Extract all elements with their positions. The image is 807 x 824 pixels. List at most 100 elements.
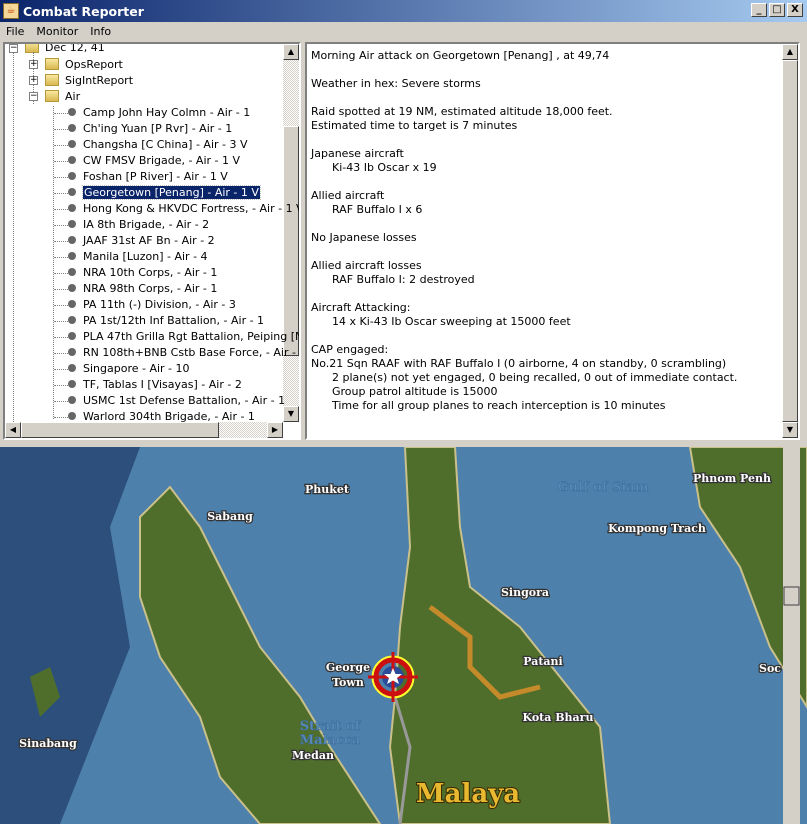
tree-folder-opsreport[interactable]: OpsReport: [45, 57, 123, 73]
scroll-left-button[interactable]: ◀: [5, 422, 21, 438]
report-line: Allied aircraft: [311, 189, 385, 202]
leaf-icon: [68, 156, 76, 164]
tree-item[interactable]: CW FMSV Brigade, - Air - 1 V: [68, 153, 240, 169]
leaf-icon: [68, 252, 76, 260]
tree-item[interactable]: Camp John Hay Colmn - Air - 1: [68, 105, 250, 121]
report-line: 14 x Ki-43 Ib Oscar sweeping at 15000 fe…: [311, 315, 571, 328]
scroll-up-button[interactable]: ▲: [283, 44, 299, 60]
map-sea-label: Gulf of Siam: [558, 480, 649, 495]
title-bar: ☕ Combat Reporter _ □ X: [0, 0, 807, 22]
report-text-panel[interactable]: ▲ ▼ Morning Air attack on Georgetown [Pe…: [305, 42, 800, 440]
leaf-icon: [68, 364, 76, 372]
report-line: 2 plane(s) not yet engaged, 0 being reca…: [311, 371, 738, 384]
tree-vertical-scrollbar[interactable]: ▲ ▼: [283, 44, 299, 422]
report-line: Raid spotted at 19 NM, estimated altitud…: [311, 105, 613, 118]
menu-file[interactable]: File: [0, 25, 30, 38]
report-tree[interactable]: ▲ ▼ ◀ ▶ − Dec 12, 41 + OpsReport + SigIntRepo…: [3, 42, 301, 440]
map-place-label: Kota Bharu: [523, 711, 594, 724]
tree-item[interactable]: Foshan [P River] - Air - 1 V: [68, 169, 228, 185]
menu-monitor[interactable]: Monitor: [30, 25, 84, 38]
map-place-label: Singora: [501, 586, 549, 599]
scroll-thumb[interactable]: [283, 126, 299, 356]
report-line: Morning Air attack on Georgetown [Penang…: [311, 49, 610, 62]
report-line: Time for all group planes to reach inter…: [311, 399, 666, 412]
expand-toggle[interactable]: +: [29, 76, 38, 85]
map-place-label: Patani: [523, 655, 563, 668]
tree-item[interactable]: TF, Tablas I [Visayas] - Air - 2: [68, 377, 242, 393]
report-vertical-scrollbar[interactable]: ▲ ▼: [782, 44, 798, 438]
tree-folder-sigintreport[interactable]: SigIntReport: [45, 73, 133, 89]
tree-item[interactable]: Warlord 304th Brigade, - Air - 1: [68, 409, 255, 425]
tree-item[interactable]: Hong Kong & HKVDC Fortress, - Air - 1 V: [68, 201, 299, 217]
leaf-icon: [68, 332, 76, 340]
map-place-label: George: [326, 661, 370, 674]
report-line: No.21 Sqn RAAF with RAF Buffalo I (0 air…: [311, 357, 727, 370]
menu-info[interactable]: Info: [84, 25, 117, 38]
tree-item[interactable]: RN 108th+BNB Cstb Base Force, - Air - 1: [68, 345, 299, 361]
report-line: Aircraft Attacking:: [311, 301, 411, 314]
scroll-right-button[interactable]: ▶: [267, 422, 283, 438]
leaf-icon: [68, 300, 76, 308]
tree-item[interactable]: Changsha [C China] - Air - 3 V: [68, 137, 248, 153]
leaf-icon: [68, 172, 76, 180]
leaf-icon: [68, 412, 76, 420]
map-place-label: Kompong Trach: [608, 522, 706, 535]
report-line: RAF Buffalo I: 2 destroyed: [311, 273, 475, 286]
leaf-icon: [68, 124, 76, 132]
folder-icon: [45, 90, 59, 102]
menu-bar: File Monitor Info: [0, 22, 807, 40]
window-title: Combat Reporter: [23, 3, 144, 19]
tree-item[interactable]: PLA 47th Grilla Rgt Battalion, Peiping […: [68, 329, 299, 345]
tree-item[interactable]: Georgetown [Penang] - Air - 1 V: [68, 185, 261, 201]
leaf-icon: [68, 220, 76, 228]
close-button[interactable]: X: [787, 3, 803, 17]
folder-icon: [45, 74, 59, 86]
tree-item[interactable]: USMC 1st Defense Battalion, - Air - 1: [68, 393, 285, 409]
map-place-label: Phuket: [305, 483, 350, 496]
scroll-thumb[interactable]: [782, 60, 798, 422]
leaf-icon: [68, 396, 76, 404]
folder-icon: [45, 58, 59, 70]
map-place-label: Town: [332, 676, 364, 689]
tree-item[interactable]: Singapore - Air - 10: [68, 361, 190, 377]
tree-item[interactable]: JAAF 31st AF Bn - Air - 2: [68, 233, 215, 249]
leaf-icon: [68, 108, 76, 116]
map-sea-label: Strait of: [300, 719, 362, 734]
scroll-down-button[interactable]: ▼: [782, 422, 798, 438]
map-region-label: Malaya: [416, 779, 520, 809]
leaf-icon: [68, 348, 76, 356]
leaf-icon: [68, 140, 76, 148]
tree-item[interactable]: PA 11th (-) Division, - Air - 3: [68, 297, 236, 313]
java-icon: ☕: [3, 3, 19, 19]
maximize-button[interactable]: □: [769, 3, 785, 17]
map-view[interactable]: Phuket Sabang Singora Patani George Town Kota …: [0, 447, 807, 824]
map-place-label: Soc: [759, 662, 781, 675]
tree-item[interactable]: PA 1st/12th Inf Battalion, - Air - 1: [68, 313, 264, 329]
map-vertical-scrollbar[interactable]: [783, 447, 800, 824]
tree-root[interactable]: Dec 12, 41: [25, 44, 105, 56]
tree-item[interactable]: Manila [Luzon] - Air - 4: [68, 249, 208, 265]
report-line: No Japanese losses: [311, 231, 417, 244]
scroll-up-button[interactable]: ▲: [782, 44, 798, 60]
expand-toggle[interactable]: +: [29, 60, 38, 69]
tree-item[interactable]: Ch'ing Yuan [P Rvr] - Air - 1: [68, 121, 232, 137]
scroll-down-button[interactable]: ▼: [283, 406, 299, 422]
tree-item[interactable]: NRA 10th Corps, - Air - 1: [68, 265, 217, 281]
folder-icon: [25, 44, 39, 53]
tree-folder-air[interactable]: Air: [45, 89, 80, 105]
minimize-button[interactable]: _: [751, 3, 767, 17]
map-place-label: Sabang: [207, 510, 253, 523]
leaf-icon: [68, 204, 76, 212]
map-sea-label: Malacca: [300, 733, 361, 748]
leaf-icon: [68, 188, 76, 196]
report-line: CAP engaged:: [311, 343, 389, 356]
report-line: Ki-43 Ib Oscar x 19: [311, 161, 437, 174]
scroll-thumb[interactable]: [783, 586, 800, 606]
report-line: RAF Buffalo I x 6: [311, 203, 423, 216]
leaf-icon: [68, 380, 76, 388]
tree-item[interactable]: NRA 98th Corps, - Air - 1: [68, 281, 217, 297]
map-place-label: Phnom Penh: [693, 472, 771, 485]
map-place-label: Medan: [292, 749, 334, 762]
tree-item[interactable]: IA 8th Brigade, - Air - 2: [68, 217, 209, 233]
collapse-toggle[interactable]: −: [29, 92, 38, 101]
